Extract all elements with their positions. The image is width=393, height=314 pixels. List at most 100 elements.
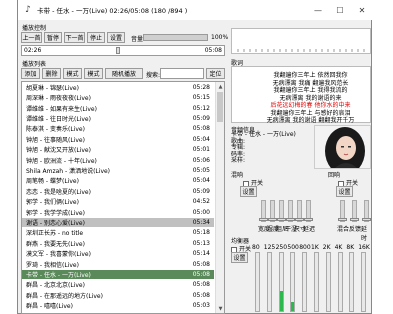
playlist-row[interactable]: 陈泰淇 - 变奏乐(Live) 05:08 (22, 124, 214, 133)
track-duration: 04:52 (192, 198, 210, 206)
track-title: 罗琦 - 我相信(Live) (26, 261, 79, 269)
track-title: 群燕 - 我要无先(Live) (26, 240, 85, 248)
stop-button[interactable]: 停止 (87, 32, 105, 43)
track-title: 深圳正长苏 - no title (26, 230, 84, 238)
pause-button[interactable]: 暂停 (44, 32, 62, 43)
prev-button[interactable]: 上一首 (21, 32, 42, 43)
info-line: 采样: (231, 157, 246, 164)
track-duration: 05:08 (192, 291, 210, 299)
playlist-row[interactable]: 钟旭 - 欧洲流 - 十年(Live) 05:06 (22, 155, 214, 165)
playlist-row[interactable]: 钟旭 - 往事随风(Live) 05:04 (22, 135, 214, 144)
track-title: 周笔畅 - 蝶梦(Live) (26, 178, 79, 186)
playlist-row[interactable]: 周深琳 - 雨夜夜夜(Live) 05:15 (22, 93, 214, 102)
settings-button[interactable]: 设置 (107, 32, 125, 43)
playlist-row[interactable]: 谢语 - 别恋心爱(Live) 05:34 (22, 217, 214, 228)
track-title: 郭学 - 我们俩(Live) (26, 199, 79, 207)
playlist-row[interactable]: 群昌 - 在那遥远的地方(Live) 05:08 (22, 291, 214, 300)
shuffle-button[interactable]: 随机播放 (105, 68, 143, 79)
eq-band-slider[interactable] (302, 252, 308, 312)
slider-label: 混合 (337, 226, 350, 233)
eq-band-level (279, 290, 283, 311)
close-button[interactable]: ✕ (351, 0, 373, 20)
playlist-row[interactable]: 群昌 - 北京北京(Live) 05:08 (22, 280, 214, 289)
playlist-row[interactable]: 胡夏琳 - 锦瑟(Live) 05:28 (22, 83, 214, 92)
playlist-row[interactable]: Shila Amzah - 潇洒地说(Live) 05:05 (22, 166, 214, 175)
locate-button[interactable]: 定位 (206, 68, 225, 79)
track-duration: 05:03 (192, 302, 210, 310)
track-duration: 05:09 (192, 114, 210, 122)
track-duration: 05:14 (192, 250, 210, 258)
eq-band-slider[interactable] (278, 252, 284, 312)
mode-button[interactable]: 模式 (63, 68, 82, 79)
slider-knob[interactable] (277, 218, 286, 221)
window-title: 卡带 - 任水 - 一万(Live) 02:26/05:08 (180 /894… (37, 7, 188, 15)
playlist-row[interactable]: 卡带 - 任水 - 一万(Live) 05:08 (22, 269, 214, 280)
eq-settings-button[interactable]: 设置 (231, 252, 248, 263)
scroll-thumb[interactable] (217, 92, 223, 122)
minimize-button[interactable]: — (307, 0, 329, 20)
search-input[interactable] (160, 68, 204, 79)
playlist-row[interactable]: 罗琦 - 我相信(Live) 05:08 (22, 259, 214, 269)
track-title: 钟旭 - 献沈又开放(Live) (26, 147, 91, 155)
playlist-row[interactable]: 郭学 - 我们俩(Live) 04:52 (22, 197, 214, 206)
playlist-row[interactable]: 群燕 - 我要无先(Live) 05:13 (22, 239, 214, 248)
playlist-row[interactable]: 谭维维 - 往日时光(Live) 05:09 (22, 114, 214, 123)
playlist-row[interactable]: 漠文军 - 我喜蒙你(Live) 05:14 (22, 249, 214, 258)
eq-band-slider[interactable] (325, 252, 331, 312)
playlist-row[interactable]: 深圳正长苏 - no title 05:18 (22, 228, 214, 237)
add-button[interactable]: 添加 (21, 68, 40, 79)
track-title: 周深琳 - 雨夜夜夜(Live) (26, 95, 91, 103)
playlist-row[interactable]: 郭学 - 我学学成(Live) 05:00 (22, 207, 214, 217)
track-duration: 05:28 (192, 83, 210, 91)
track-duration: 05:18 (192, 229, 210, 237)
reverb-settings-button[interactable]: 设置 (240, 186, 257, 197)
progress-knob[interactable] (116, 47, 121, 54)
playlist-row[interactable]: 群昌 - 嘻嘻(Live) 05:03 (22, 301, 214, 310)
track-title: 陈泰淇 - 变奏乐(Live) (26, 126, 85, 134)
eq-band-slider[interactable] (314, 252, 319, 312)
scroll-down-icon[interactable]: ▼ (216, 304, 224, 313)
volume-slider[interactable] (143, 34, 208, 41)
track-title: Shila Amzah - 潇洒地说(Live) (26, 167, 111, 175)
slider-knob[interactable] (338, 218, 347, 221)
delete-button[interactable]: 删除 (42, 68, 61, 79)
slider-knob[interactable] (304, 218, 313, 221)
track-title: 郭学 - 我学学成(Live) (26, 209, 85, 217)
playlist-row[interactable]: 恋恋 - 我是啥夏的(Live) 05:09 (22, 187, 214, 196)
playlist-scrollbar[interactable]: ▲ ▼ (215, 82, 224, 313)
playlist[interactable]: 胡夏琳 - 锦瑟(Live) 05:28 周深琳 - 雨夜夜夜(Live) 05:15… (21, 81, 225, 314)
slider-label: 延时 (361, 226, 368, 242)
eq-band-slider[interactable] (266, 252, 272, 312)
eq-band-label: 250 (275, 244, 288, 251)
eq-band-level (291, 302, 295, 311)
eq-band-slider[interactable] (255, 252, 260, 312)
eq-band-slider[interactable] (349, 252, 355, 312)
info-panel: 卡带 - 任水 - 一万(Live) 歌曲: 专辑: 码率: 采样: (231, 131, 311, 166)
playlist-row[interactable]: 周笔畅 - 蝶梦(Live) 05:04 (22, 176, 214, 185)
spectrum-visualizer (231, 28, 371, 54)
echo-settings-button[interactable]: 设置 (336, 186, 353, 197)
album-art (314, 125, 371, 169)
slider-knob[interactable] (350, 218, 359, 221)
maximize-button[interactable]: ☐ (329, 0, 351, 20)
next-button[interactable]: 下一首 (64, 32, 85, 43)
progress-bar[interactable]: 02:26 05:08 (21, 45, 225, 56)
mode-button-2[interactable]: 模式 (84, 68, 103, 79)
track-duration: 05:09 (192, 187, 210, 195)
eq-band-slider[interactable] (290, 252, 296, 312)
eq-band-slider[interactable] (361, 252, 367, 312)
scroll-up-icon[interactable]: ▲ (216, 82, 224, 91)
track-title: 漠文军 - 我喜蒙你(Live) (26, 251, 91, 259)
slider-knob[interactable] (362, 218, 371, 221)
track-duration: 05:00 (192, 208, 210, 216)
playlist-row[interactable]: 谭维维 - 如果有来生(Live) 05:12 (22, 103, 214, 113)
slider-knob[interactable] (295, 218, 304, 221)
track-duration: 05:15 (192, 94, 210, 102)
position-time: 02:26 (24, 47, 42, 54)
playlist-row[interactable]: 钟旭 - 献沈又开放(Live) 05:01 (22, 145, 214, 154)
eq-band-slider[interactable] (337, 252, 343, 312)
slider-knob[interactable] (286, 218, 295, 221)
eq-band-label: 125 (263, 244, 276, 251)
slider-knob[interactable] (259, 218, 268, 221)
slider-knob[interactable] (268, 218, 277, 221)
